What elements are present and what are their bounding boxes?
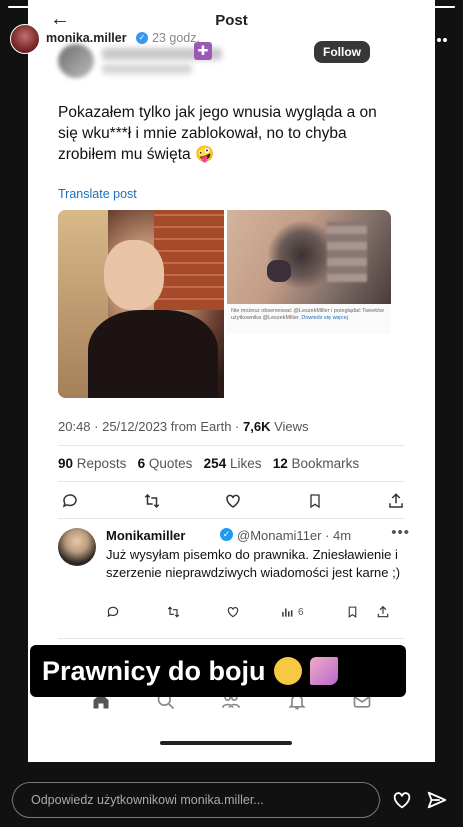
divider — [58, 481, 405, 482]
translate-post-link: Translate post — [58, 187, 137, 201]
reply-like-icon — [226, 605, 280, 619]
photo-tattoo — [227, 210, 391, 304]
more-options-icon[interactable] — [429, 30, 449, 50]
story-controls — [365, 30, 449, 50]
blurred-author-handle — [102, 64, 192, 74]
reply-author-handle: @Monami11er · 4m — [237, 528, 352, 543]
reply-author-name: Monikamiller — [106, 528, 186, 543]
views-count: 7,6K — [243, 419, 271, 434]
reposts-label: Reposts — [76, 456, 127, 471]
pause-icon[interactable] — [365, 30, 385, 50]
repost-icon — [140, 490, 164, 512]
story-avatar[interactable] — [10, 24, 40, 54]
story-timestamp: 23 godz. — [152, 31, 200, 45]
post-meta: 20:48 · 25/12/2023 from Earth · 7,6K Vie… — [58, 419, 309, 434]
butterfly-tattoo — [267, 260, 291, 282]
send-icon[interactable] — [426, 789, 448, 811]
story-caption-sticker: Prawnicy do boju — [30, 645, 406, 697]
nail-polish-emoji-icon — [309, 657, 338, 685]
story-username[interactable]: monika.miller — [46, 31, 127, 45]
mute-icon[interactable] — [397, 30, 417, 50]
face-with-hand-over-mouth-emoji-icon — [273, 657, 302, 685]
brick-wall — [154, 210, 224, 310]
photo-woman — [58, 210, 224, 398]
likes-count: 254 — [203, 456, 227, 471]
story-caption-text: Prawnicy do boju — [42, 656, 266, 686]
more-options-icon: ••• — [391, 524, 410, 541]
post-actions — [58, 490, 408, 512]
body — [88, 310, 218, 398]
reply-repost-icon — [166, 605, 226, 619]
bookmark-icon — [303, 490, 327, 512]
story-progress-bar — [8, 6, 455, 8]
reply-views-count: 6 — [298, 606, 304, 618]
reply-reply-icon — [106, 605, 166, 619]
home-indicator — [160, 741, 292, 745]
story-progress-fill — [8, 6, 455, 8]
views-label: Views — [270, 419, 309, 434]
verified-badge-icon: ✓ — [220, 528, 233, 541]
share-icon — [384, 490, 408, 512]
pixelated-area — [327, 222, 367, 282]
reposts-count: 90 — [58, 456, 74, 471]
reply-views: 6 — [280, 605, 346, 619]
reply-bookmark-icon — [346, 605, 376, 619]
quotes-label: Quotes — [148, 456, 193, 471]
like-icon — [221, 490, 245, 512]
post-time: 20:48 · 25/12/2023 from Earth · — [58, 419, 243, 434]
divider — [58, 445, 405, 446]
face — [104, 240, 164, 310]
post-stats: 90 Reposts 6 Quotes 254 Likes 12 Bookmar… — [58, 456, 359, 471]
divider — [58, 518, 405, 519]
blocked-notice: Nie możesz obserwować @LeszekMiller i pr… — [227, 304, 391, 334]
tweet-text: Pokazałem tylko jak jego wnusia wygląda … — [58, 104, 377, 163]
reply-tweet: Monikamiller ✓ @Monami11er · 4m ••• Już … — [58, 524, 410, 634]
likes-label: Likes — [229, 456, 262, 471]
follow-button[interactable]: Follow — [314, 41, 370, 63]
story-header: monika.miller ✓ 23 godz. Follow — [10, 24, 453, 63]
reply-actions: 6 — [106, 604, 406, 620]
story-viewer: ← Post ✚ Pokazałem tylko jak jego wnusia… — [0, 0, 463, 827]
story-reply-bar — [0, 762, 463, 827]
reply-avatar — [58, 528, 96, 566]
views-chart-icon — [282, 608, 293, 617]
bookmarks-label: Bookmarks — [291, 456, 360, 471]
quotes-count: 6 — [137, 456, 146, 471]
reply-icon — [58, 490, 82, 512]
story-verified-icon: ✓ — [136, 32, 148, 44]
learn-more-link: Dowiedz się więcej — [301, 315, 348, 321]
reply-text: Już wysyłam pisemko do prawnika. Zniesła… — [106, 547, 401, 580]
divider — [58, 638, 405, 639]
story-reply-input[interactable] — [12, 782, 380, 818]
heart-icon[interactable] — [391, 789, 413, 811]
bookmarks-count: 12 — [272, 456, 288, 471]
reply-share-icon — [376, 605, 390, 619]
